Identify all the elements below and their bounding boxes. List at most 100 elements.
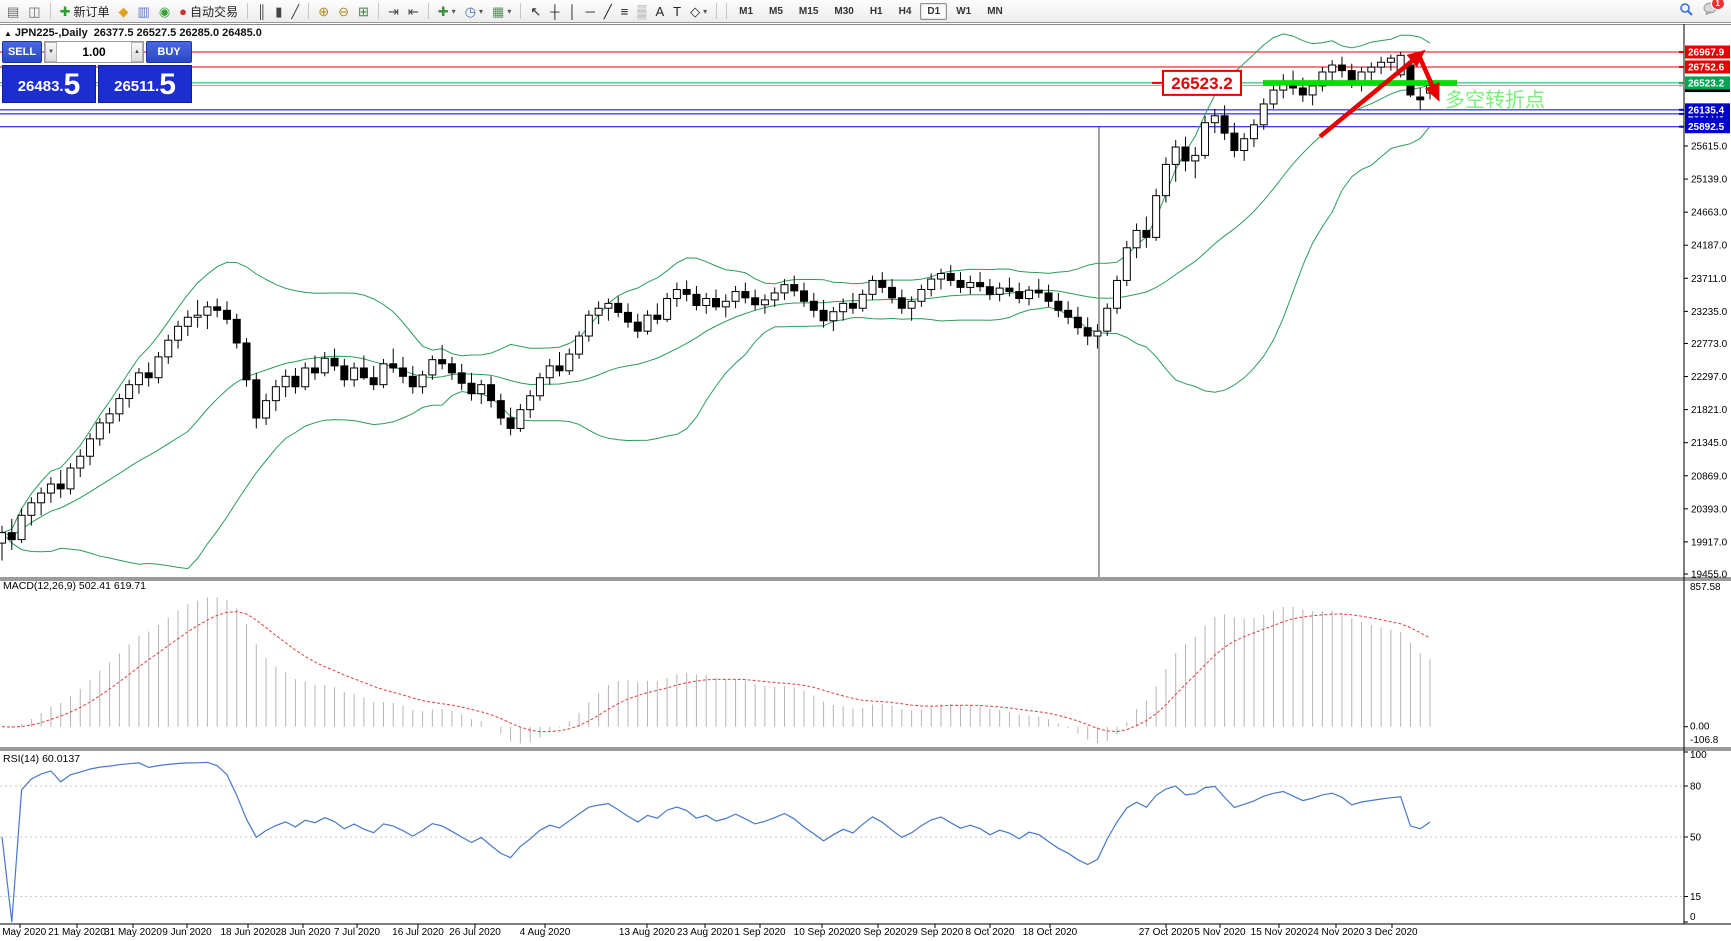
timeframe-m30-button[interactable]: M30 <box>827 3 860 20</box>
search-icon[interactable] <box>1679 2 1693 21</box>
candlestick-mode-icon: ▮ <box>275 3 283 19</box>
timeframe-m15-button[interactable]: M15 <box>792 3 825 20</box>
timeframe-mn-button[interactable]: MN <box>980 3 1010 20</box>
chart-shift-icon: ⇤ <box>407 3 419 19</box>
toolbar-tile-windows-button[interactable]: ⊞ <box>354 1 373 22</box>
timeframe-m1-button[interactable]: M1 <box>732 3 760 20</box>
toolbar-auto-trading-button[interactable]: ● 自动交易 <box>175 1 242 22</box>
notification-badge: 1 <box>1710 0 1725 10</box>
sell-price[interactable]: 26483. 5 <box>2 65 96 103</box>
toolbar-new-order-button[interactable]: ✚ 新订单 <box>56 1 114 22</box>
toolbar-candlestick-mode-button[interactable]: ▮ <box>271 1 286 22</box>
date-axis-label: 10 Sep 2020 <box>794 927 851 938</box>
macd-indicator-label: MACD(12,26,9) 502.41 619.71 <box>3 580 147 592</box>
timeframe-m5-button[interactable]: M5 <box>762 3 790 20</box>
toolbar-zoom-out-button[interactable]: ⊖ <box>334 1 353 22</box>
vertical-line-icon: │ <box>568 3 577 19</box>
toolbar-zoom-in-button[interactable]: ⊕ <box>314 1 333 22</box>
zoom-in-icon: ⊕ <box>318 3 330 19</box>
svg-text:23711.0: 23711.0 <box>1691 274 1727 285</box>
toolbar-text-button[interactable]: A <box>651 1 668 22</box>
buy-button[interactable]: BUY <box>146 41 192 63</box>
text-icon: A <box>655 3 665 19</box>
notifications-icon[interactable]: 1 <box>1703 0 1725 20</box>
toolbar-templates-button[interactable]: ▦ ▾ <box>488 1 515 22</box>
svg-text:15: 15 <box>1690 892 1702 903</box>
toolbar-separator <box>247 3 249 19</box>
volume-input[interactable] <box>57 42 131 62</box>
toolbar-separator <box>520 3 522 19</box>
date-axis-label: 31 May 2020 <box>104 927 162 938</box>
toolbar-new-chart-button[interactable]: ▤ <box>3 1 23 22</box>
toolbar-strategy-tester-button[interactable]: ◉ <box>155 1 174 22</box>
date-axis-label: 9 Jun 2020 <box>162 927 212 938</box>
strategy-tester-icon: ◉ <box>158 3 171 19</box>
auto-scroll-icon: ⇥ <box>387 3 399 19</box>
ohlc-values: 26377.5 26527.5 26285.0 26485.0 <box>93 27 262 39</box>
svg-text:21821.0: 21821.0 <box>1691 405 1728 416</box>
toolbar-bar-chart-mode-button[interactable]: ║ <box>253 1 270 22</box>
sell-button[interactable]: SELL <box>2 41 42 63</box>
toolbar-periods-button[interactable]: ◷ ▾ <box>461 1 487 22</box>
equidistant-channel-icon: ▒ <box>637 3 647 19</box>
toolbar-separator <box>308 3 310 19</box>
buy-price[interactable]: 26511. 5 <box>98 65 192 103</box>
date-axis-label: 24 Nov 2020 <box>1308 927 1365 938</box>
data-window-icon: ▥ <box>137 3 150 19</box>
toolbar-chart-preview-button[interactable]: ◫ <box>24 1 44 22</box>
chevron-down-icon: ▾ <box>703 6 708 16</box>
toolbar-text-label-button[interactable]: T <box>669 1 685 22</box>
toolbar-trendline-button[interactable]: ╱ <box>600 1 616 22</box>
date-axis-label: 28 Jun 2020 <box>275 927 330 938</box>
toolbar-fibonacci-button[interactable]: ≡ <box>617 1 633 22</box>
indicators-icon: ✚ <box>437 3 449 19</box>
svg-text:19455.0: 19455.0 <box>1691 570 1728 581</box>
svg-text:22773.0: 22773.0 <box>1691 339 1728 350</box>
symbol-period-label: JPN225-,Daily <box>14 27 88 39</box>
svg-text:24663.0: 24663.0 <box>1691 208 1728 219</box>
toolbar-horizontal-line-button[interactable]: ─ <box>582 1 599 22</box>
toolbar-line-chart-mode-button[interactable]: ╱ <box>287 1 303 22</box>
toolbar-data-window-button[interactable]: ▥ <box>134 1 154 22</box>
timeframe-h1-button[interactable]: H1 <box>863 3 890 20</box>
timeframe-d1-button[interactable]: D1 <box>920 2 948 20</box>
line-chart-mode-icon: ╱ <box>291 3 300 19</box>
toolbar-separator <box>377 3 379 19</box>
date-axis-label: 18 Oct 2020 <box>1023 927 1078 938</box>
toolbar-metaeditor-button[interactable]: ◆ <box>115 1 133 22</box>
zoom-out-icon: ⊖ <box>338 3 350 19</box>
timeframe-h4-button[interactable]: H4 <box>892 3 919 20</box>
toolbar-vertical-line-button[interactable]: │ <box>564 1 580 22</box>
axis-price-label: 25892.5 <box>1688 122 1725 133</box>
svg-text:23235.0: 23235.0 <box>1691 307 1728 318</box>
toolbar-chart-shift-button[interactable]: ⇤ <box>404 1 423 22</box>
fibonacci-icon: ≡ <box>620 3 629 19</box>
svg-text:50: 50 <box>1690 833 1702 844</box>
date-axis-label: 13 Aug 2020 <box>619 927 676 938</box>
svg-text:22297.0: 22297.0 <box>1691 372 1728 383</box>
toolbar-equidistant-channel-button[interactable]: ▒ <box>633 1 650 22</box>
toolbar-auto-scroll-button[interactable]: ⇥ <box>384 1 403 22</box>
one-click-trading-panel: SELL ▼ ▲ BUY 26483.5 26511.5 <box>2 41 192 103</box>
toolbar-separator <box>49 3 51 19</box>
price-chart[interactable]: 26523.2 多空转折点 25615.0 25139.0 24663.0 24187.0… <box>0 24 1731 941</box>
price-callout: 26523.2 <box>1171 74 1232 93</box>
date-axis-label: 5 Nov 2020 <box>1194 927 1246 938</box>
cursor-icon: ↖ <box>530 3 542 19</box>
svg-text:25139.0: 25139.0 <box>1691 175 1728 186</box>
toolbar-crosshair-button[interactable]: ┼ <box>546 1 563 22</box>
toolbar-arrows-button[interactable]: ◇ ▾ <box>686 1 711 22</box>
auto-trading-icon: ● <box>179 3 188 19</box>
date-axis-label: 4 Aug 2020 <box>520 927 571 938</box>
volume-up-button[interactable]: ▲ <box>131 42 143 62</box>
trendline-icon: ╱ <box>603 3 612 19</box>
new-chart-icon: ▤ <box>7 3 20 19</box>
metaeditor-icon: ◆ <box>118 3 129 19</box>
timeframe-w1-button[interactable]: W1 <box>949 3 978 20</box>
svg-text:0.00: 0.00 <box>1690 722 1710 733</box>
toolbar-indicators-button[interactable]: ✚ ▾ <box>434 1 460 22</box>
axis-price-label: 26967.9 <box>1688 47 1725 58</box>
toolbar-cursor-button[interactable]: ↖ <box>526 1 545 22</box>
arrows-icon: ◇ <box>690 3 701 19</box>
volume-down-button[interactable]: ▼ <box>45 42 57 62</box>
